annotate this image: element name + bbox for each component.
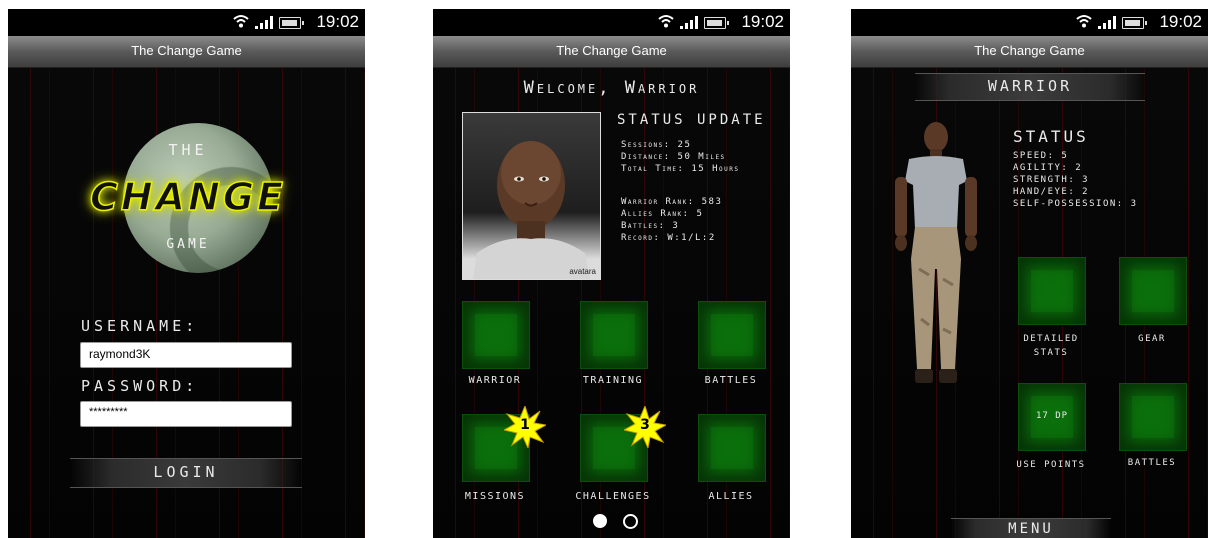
login-screen: 19:02 The Change Game THE CHANGE GAME US… (8, 9, 365, 538)
tile-inner (711, 314, 753, 356)
stat-sessions: Sessions: 25 (621, 140, 692, 150)
signal-icon (255, 16, 273, 29)
password-field[interactable]: ********* (80, 401, 292, 427)
use-points-label[interactable]: USE POINTS (1001, 460, 1101, 470)
tile-inner (593, 314, 635, 356)
detailed-stats-label-2[interactable]: STATS (1001, 348, 1101, 358)
clock: 19:02 (741, 12, 784, 31)
detailed-stats-label-1[interactable]: DETAILED (1001, 334, 1101, 344)
clock: 19:02 (316, 12, 359, 31)
username-field[interactable]: raymond3K (80, 342, 292, 368)
logo-main-text: CHANGE (89, 174, 287, 220)
warrior-tile-label[interactable]: WARRIOR (449, 375, 541, 386)
battles-tile[interactable] (1119, 383, 1187, 451)
app-title: The Change Game (433, 36, 790, 68)
tile-inner (711, 427, 753, 469)
battles-tile-label[interactable]: BATTLES (685, 375, 777, 386)
missions-tile-label[interactable]: MISSIONS (449, 491, 541, 502)
status-bar: 19:02 (851, 9, 1208, 36)
app-logo: THE CHANGE GAME (48, 123, 328, 273)
stat-speed: SPEED: 5 (1013, 151, 1069, 161)
status-title: STATUS (1013, 127, 1089, 146)
gear-tile[interactable] (1119, 257, 1187, 325)
warrior-header-label: WARRIOR (987, 77, 1073, 95)
battery-icon (279, 17, 304, 29)
missions-badge: 1 (502, 404, 548, 450)
status-bar: 19:02 (8, 9, 365, 36)
menu-button-label: MENU (1008, 521, 1054, 537)
status-bar: 19:02 (433, 9, 790, 36)
challenges-badge: 3 (622, 404, 668, 450)
signal-icon (680, 16, 698, 29)
password-value: ********* (89, 406, 128, 418)
stats-group-a: Sessions: 25 Distance: 50 Miles Total Ti… (621, 139, 740, 175)
battery-icon (1122, 17, 1147, 29)
tile-inner (1031, 270, 1073, 312)
stat-battles: Battles: 3 (621, 221, 680, 231)
stat-strength: STRENGTH: 3 (1013, 175, 1090, 185)
avatar-portrait (473, 141, 590, 279)
clock: 19:02 (1159, 12, 1202, 31)
tile-inner (475, 314, 517, 356)
signal-icon (1098, 16, 1116, 29)
tile-inner (1132, 396, 1174, 438)
wifi-icon (233, 15, 249, 28)
home-screen: 19:02 The Change Game Welcome, Warrior a… (433, 9, 790, 538)
avatar-full-body[interactable] (881, 119, 981, 399)
missions-badge-count: 1 (520, 417, 530, 433)
battles-tile-label[interactable]: BATTLES (1105, 458, 1199, 468)
dp-value: 17 DP (1035, 411, 1069, 421)
warrior-stats: SPEED: 5 AGILITY: 2 STRENGTH: 3 HAND/EYE… (1013, 150, 1138, 210)
stat-agility: AGILITY: 2 (1013, 163, 1083, 173)
stat-record: Record: W:1/L:2 (621, 233, 716, 243)
stat-hand-eye: HAND/EYE: 2 (1013, 187, 1090, 197)
allies-tile[interactable] (698, 414, 766, 482)
status-update-title: STATUS UPDATE (617, 112, 766, 128)
avatar[interactable]: avatara (462, 112, 601, 280)
avatar-badge: avatara (569, 267, 596, 276)
challenges-badge-count: 3 (640, 417, 650, 433)
page-indicator-inactive[interactable] (623, 514, 638, 529)
wifi-icon (1076, 15, 1092, 28)
page-indicator-active[interactable] (593, 514, 607, 528)
stat-distance: Distance: 50 Miles (621, 152, 726, 162)
login-button[interactable]: LOGIN (70, 458, 302, 488)
menu-button[interactable]: MENU (951, 518, 1111, 538)
training-tile[interactable] (580, 301, 648, 369)
warrior-screen: 19:02 The Change Game WARRIOR STATUS SPE… (851, 9, 1208, 538)
gear-tile-label[interactable]: GEAR (1105, 334, 1199, 344)
battles-tile[interactable] (698, 301, 766, 369)
password-label: PASSWORD: (81, 377, 199, 395)
allies-tile-label[interactable]: ALLIES (685, 491, 777, 502)
welcome-heading: Welcome, Warrior (523, 78, 700, 98)
challenges-tile-label[interactable]: CHALLENGES (558, 491, 668, 502)
warrior-header: WARRIOR (915, 73, 1145, 101)
tile-inner (1132, 270, 1174, 312)
stat-allies-rank: Allies Rank: 5 (621, 209, 704, 219)
battery-icon (704, 17, 729, 29)
wifi-icon (658, 15, 674, 28)
stat-warrior-rank: Warrior Rank: 583 (621, 197, 723, 207)
training-tile-label[interactable]: TRAINING (563, 375, 663, 386)
warrior-tile[interactable] (462, 301, 530, 369)
detailed-stats-tile[interactable] (1018, 257, 1086, 325)
username-value: raymond3K (89, 347, 151, 361)
stats-group-b: Warrior Rank: 583 Allies Rank: 5 Battles… (621, 196, 722, 244)
stat-self-possession: SELF-POSSESSION: 3 (1013, 199, 1138, 209)
logo-top-text: THE (168, 141, 208, 159)
stat-total-time: Total Time: 15 Hours (621, 164, 740, 174)
username-label: USERNAME: (81, 317, 199, 335)
use-points-tile[interactable]: 17 DP (1018, 383, 1086, 451)
login-button-label: LOGIN (153, 463, 219, 481)
logo-bottom-text: GAME (166, 237, 210, 252)
app-title: The Change Game (8, 36, 365, 68)
app-title: The Change Game (851, 36, 1208, 68)
